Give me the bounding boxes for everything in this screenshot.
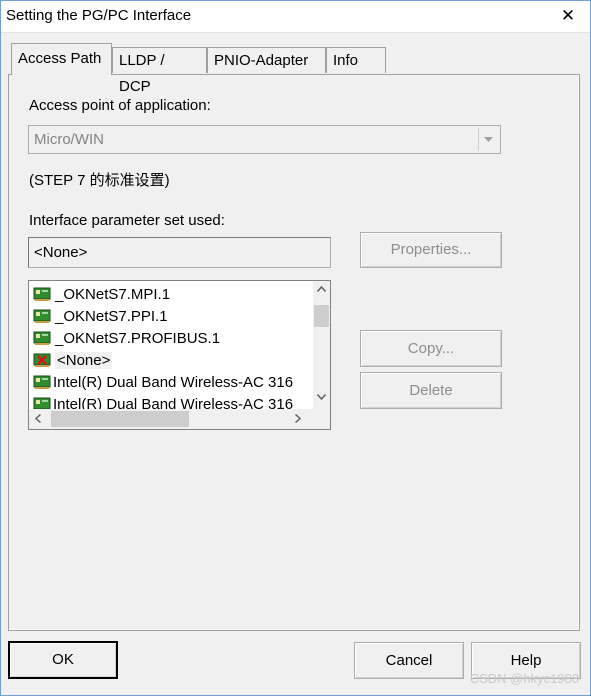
access-point-note: (STEP 7 的标准设置) — [29, 172, 170, 189]
title-bar: Setting the PG/PC Interface ✕ — [0, 0, 591, 33]
list-item-label: _OKNetS7.MPI.1 — [55, 285, 171, 303]
ok-button[interactable]: OK — [8, 641, 118, 679]
interface-param-label: Interface parameter set used: — [29, 212, 225, 229]
copy-button-label: Copy... — [407, 340, 455, 357]
close-button[interactable]: ✕ — [545, 0, 591, 32]
watermark: CSDN @hkyc1988 — [469, 671, 579, 686]
chevron-up-icon[interactable] — [316, 283, 327, 295]
access-point-combobox[interactable]: Micro/WIN — [28, 125, 501, 154]
help-button-label: Help — [510, 652, 542, 669]
chevron-left-icon[interactable] — [34, 413, 41, 426]
list-item-label: Intel(R) Dual Band Wireless-AC 316 — [53, 373, 294, 391]
list-item-label: _OKNetS7.PPI.1 — [55, 307, 168, 325]
list-item[interactable]: _OKNetS7.PROFIBUS.1 — [33, 327, 220, 349]
list-item[interactable]: _OKNetS7.PPI.1 — [33, 305, 168, 327]
tab-access-path[interactable]: Access Path — [11, 43, 112, 75]
copy-button[interactable]: Copy... — [360, 330, 502, 367]
network-card-icon — [33, 308, 51, 324]
window-title: Setting the PG/PC Interface — [6, 7, 192, 24]
network-card-icon — [33, 330, 51, 346]
none-red-x-icon — [33, 352, 51, 368]
scrollbar-corner — [313, 409, 330, 429]
properties-button[interactable]: Properties... — [360, 232, 502, 268]
properties-button-label: Properties... — [390, 241, 472, 258]
list-item[interactable]: _OKNetS7.MPI.1 — [33, 283, 170, 305]
list-item-selected[interactable]: <None> — [33, 349, 113, 371]
network-card-icon — [33, 374, 51, 390]
delete-button[interactable]: Delete — [360, 372, 502, 409]
tab-label: Info — [333, 52, 359, 69]
ok-button-label: OK — [52, 651, 74, 668]
chevron-right-icon[interactable] — [295, 413, 302, 426]
chevron-down-icon[interactable] — [316, 391, 327, 403]
interface-list[interactable]: _OKNetS7.MPI.1 _OKNetS7.PPI.1 _OKNetS7.P… — [28, 280, 331, 430]
tab-label: Access Path — [18, 50, 102, 67]
tab-info[interactable]: Info — [326, 47, 386, 73]
delete-button-label: Delete — [409, 382, 453, 399]
list-item-label: <None> — [55, 351, 113, 369]
vertical-scrollbar[interactable] — [313, 281, 330, 409]
horizontal-scroll-thumb[interactable] — [51, 411, 189, 427]
vertical-scroll-thumb[interactable] — [314, 305, 329, 327]
access-point-label: Access point of application: — [29, 97, 211, 114]
close-icon: ✕ — [560, 6, 576, 25]
access-point-value: Micro/WIN — [34, 131, 104, 148]
tab-lldp-dcp[interactable]: LLDP / DCP — [112, 47, 207, 95]
list-item-label: _OKNetS7.PROFIBUS.1 — [55, 329, 221, 347]
chevron-down-icon[interactable] — [478, 128, 498, 151]
cancel-button[interactable]: Cancel — [354, 642, 464, 679]
horizontal-scrollbar[interactable] — [29, 409, 313, 429]
network-card-icon — [33, 286, 51, 302]
interface-param-value: <None> — [34, 244, 88, 261]
cancel-button-label: Cancel — [385, 652, 433, 669]
list-item[interactable]: Intel(R) Dual Band Wireless-AC 316 — [33, 371, 293, 393]
tab-pnio-adapter[interactable]: PNIO-Adapter — [207, 47, 326, 73]
tab-label: PNIO-Adapter — [214, 52, 309, 69]
interface-param-field: <None> — [28, 237, 331, 268]
